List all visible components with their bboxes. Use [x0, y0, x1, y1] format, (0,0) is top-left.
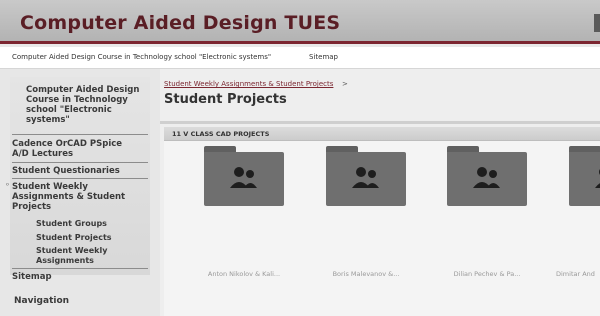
- folder-item[interactable]: [326, 146, 406, 216]
- folder-item[interactable]: [204, 146, 284, 216]
- header-corner-block: [594, 14, 600, 32]
- breadcrumb-separator: >: [342, 80, 348, 88]
- page-title: Student Projects: [164, 92, 287, 107]
- folder-item[interactable]: [447, 146, 527, 216]
- sidebar-subitem-student-groups[interactable]: Student Groups: [36, 219, 107, 229]
- sidebar-item-label: school "Electronic: [26, 105, 112, 115]
- sidebar-item-label: Student Weekly: [12, 182, 88, 192]
- group-icon: [352, 167, 379, 188]
- folder-icon: [326, 152, 406, 206]
- sidebar-subitem-label: Student Weekly: [36, 246, 108, 255]
- sidebar-item-assignments-projects[interactable]: Student Weekly Assignments & Student Pro…: [12, 182, 125, 212]
- sidebar-item-label: Cadence OrCAD PSpice: [12, 139, 123, 149]
- group-icon: [230, 167, 257, 188]
- subheader-bar: Computer Aided Design Course in Technolo…: [0, 47, 600, 69]
- section-title: 11 V CLASS CAD PROJECTS: [172, 130, 270, 138]
- sidebar-subitem-label: Assignments: [36, 256, 94, 265]
- expand-arrow-icon[interactable]: ⁰: [6, 182, 9, 190]
- sidebar-subitem-student-projects[interactable]: Student Projects: [36, 233, 112, 243]
- folder-caption[interactable]: Anton Nikolov & Kali...: [189, 270, 299, 278]
- site-title[interactable]: Computer Aided Design TUES: [20, 12, 340, 34]
- sidebar-item-label: Course in Technology: [26, 95, 128, 105]
- section-header: 11 V CLASS CAD PROJECTS: [164, 127, 600, 141]
- sidebar-item-questionaries[interactable]: Student Questionaries: [12, 166, 120, 176]
- folder-caption[interactable]: Boris Malevanov &...: [311, 270, 421, 278]
- folder-caption[interactable]: Dilian Pechev & Pa...: [432, 270, 542, 278]
- navigation-heading: Navigation: [14, 296, 70, 306]
- sitemap-link[interactable]: Sitemap: [309, 53, 338, 61]
- sidebar-item-label: Projects: [12, 202, 52, 212]
- folder-icon: [569, 152, 600, 206]
- sidebar-item-label: Assignments & Student: [12, 192, 126, 202]
- folder-icon: [204, 152, 284, 206]
- title-divider: [160, 121, 600, 124]
- sidebar-item-label: systems": [26, 115, 70, 125]
- breadcrumb-link[interactable]: Student Weekly Assignments & Student Pro…: [164, 80, 333, 88]
- sidebar-item-sitemap[interactable]: Sitemap: [12, 272, 52, 282]
- sidebar-divider: [12, 178, 148, 179]
- folder-caption[interactable]: Dimitar And: [556, 270, 600, 278]
- sidebar-item-label: A/D Lectures: [12, 149, 74, 159]
- sidebar-item-label: Student Questionaries: [12, 166, 120, 176]
- sidebar-item-pspice-lectures[interactable]: Cadence OrCAD PSpice A/D Lectures: [12, 139, 122, 159]
- sidebar-subitem-weekly-assignments[interactable]: Student Weekly Assignments: [36, 246, 107, 266]
- group-icon: [473, 167, 500, 188]
- sidebar-subitem-label: Student Groups: [36, 219, 107, 228]
- sidebar-divider: [12, 162, 148, 163]
- group-icon: [595, 169, 600, 188]
- sidebar-divider: [12, 134, 148, 135]
- folder-icon: [447, 152, 527, 206]
- sidebar-item-course-home[interactable]: Computer Aided Design Course in Technolo…: [26, 85, 139, 125]
- site-header: Computer Aided Design TUES: [0, 0, 600, 44]
- sidebar-divider: [12, 268, 148, 269]
- sidebar-subitem-label: Student Projects: [36, 233, 112, 242]
- sidebar-item-label: Computer Aided Design: [26, 85, 140, 95]
- folder-item[interactable]: [569, 146, 600, 216]
- course-home-link[interactable]: Computer Aided Design Course in Technolo…: [12, 53, 271, 61]
